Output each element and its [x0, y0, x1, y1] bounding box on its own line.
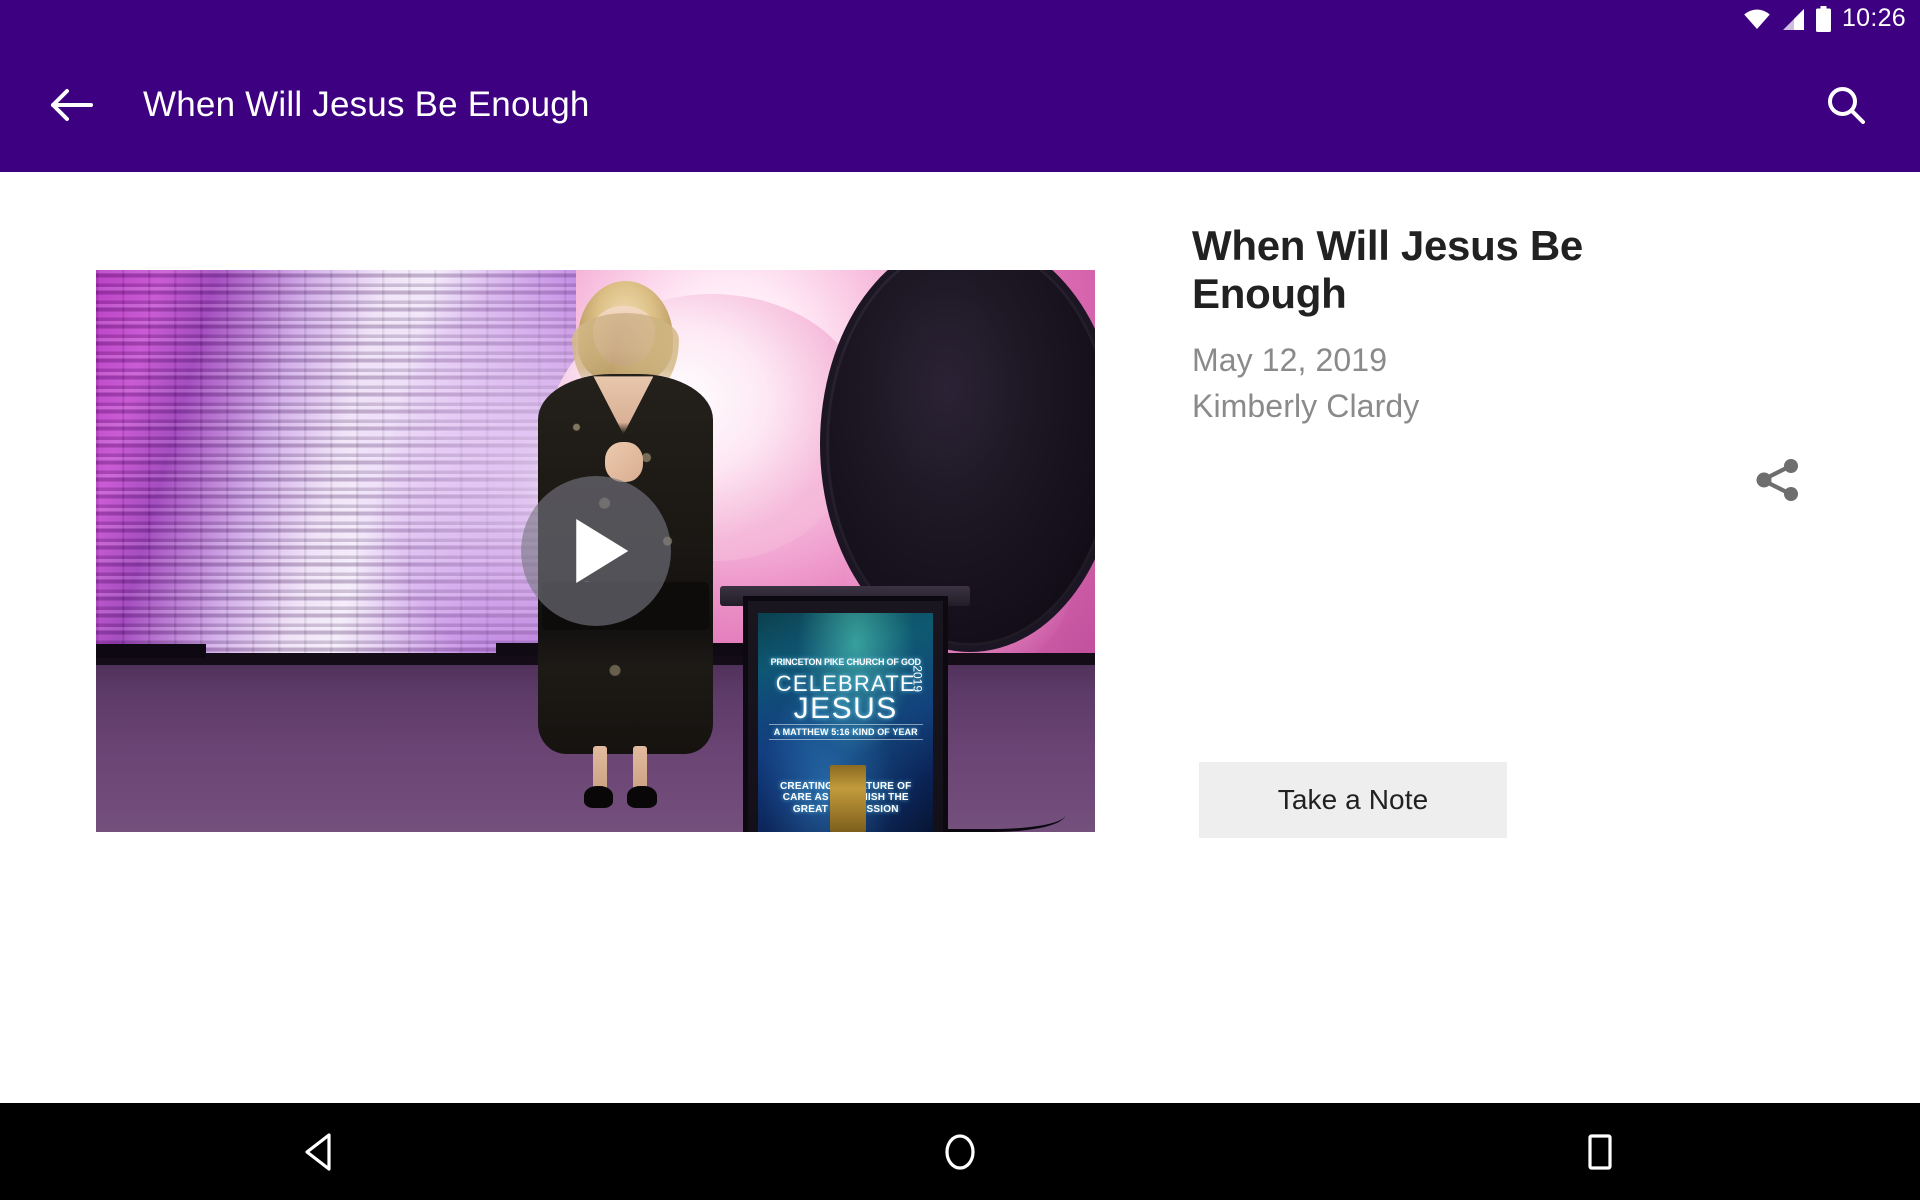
status-icons: [1743, 6, 1832, 32]
search-icon: [1828, 87, 1865, 124]
system-back-button[interactable]: [0, 1103, 640, 1200]
podium-year: 2019: [910, 665, 925, 693]
app-bar: When Will Jesus Be Enough: [0, 38, 1920, 182]
system-home-button[interactable]: [640, 1103, 1280, 1200]
sermon-title: When Will Jesus Be Enough: [1192, 222, 1583, 318]
share-button[interactable]: [1742, 444, 1814, 516]
podium-lamp-stand: [830, 764, 867, 832]
podium-headline-jesus: JESUS: [793, 692, 898, 726]
sermon-speaker: Kimberly Clardy: [1192, 387, 1420, 424]
status-bar-clock: 10:26: [1841, 4, 1906, 32]
square-recents-icon: [1588, 1133, 1612, 1170]
battery-icon: [1815, 6, 1831, 32]
take-a-note-label: Take a Note: [1277, 784, 1429, 815]
speaker-shoe-left: [583, 785, 614, 808]
search-button[interactable]: [1798, 57, 1894, 153]
circle-home-icon: [945, 1133, 975, 1170]
speaker-hands: [605, 442, 644, 482]
wifi-icon: [1744, 9, 1770, 29]
speaker-shoe-right: [627, 785, 658, 808]
play-icon: [575, 519, 628, 583]
content-area: PRINCETON PIKE CHURCH OF GOD CELEBRATE J…: [0, 172, 1920, 1103]
sermon-details: When Will Jesus Be Enough May 12, 2019 K…: [1192, 222, 1752, 425]
arrow-back-icon: [51, 89, 93, 121]
share-icon: [1756, 459, 1798, 501]
app-screen: 10:26 When Will Jesus Be Enough PRINCETO…: [0, 0, 1920, 1200]
podium-church-name: PRINCETON PIKE CHURCH OF GOD: [770, 656, 921, 667]
sermon-date: May 12, 2019: [1192, 341, 1388, 378]
system-nav-bar: [0, 1103, 1920, 1200]
triangle-back-icon: [305, 1132, 331, 1171]
app-bar-title: When Will Jesus Be Enough: [143, 85, 590, 124]
system-recents-button[interactable]: [1280, 1103, 1920, 1200]
play-button[interactable]: [520, 476, 671, 626]
video-thumbnail[interactable]: PRINCETON PIKE CHURCH OF GOD CELEBRATE J…: [96, 270, 1095, 832]
stage-riser-left: [96, 644, 206, 658]
podium-tagline: A MATTHEW 5:16 KIND OF YEAR: [768, 724, 923, 741]
take-a-note-button[interactable]: Take a Note: [1199, 762, 1507, 838]
back-button[interactable]: [22, 57, 118, 153]
status-bar: 10:26: [0, 0, 1920, 38]
cellular-signal-icon: [1782, 9, 1804, 30]
